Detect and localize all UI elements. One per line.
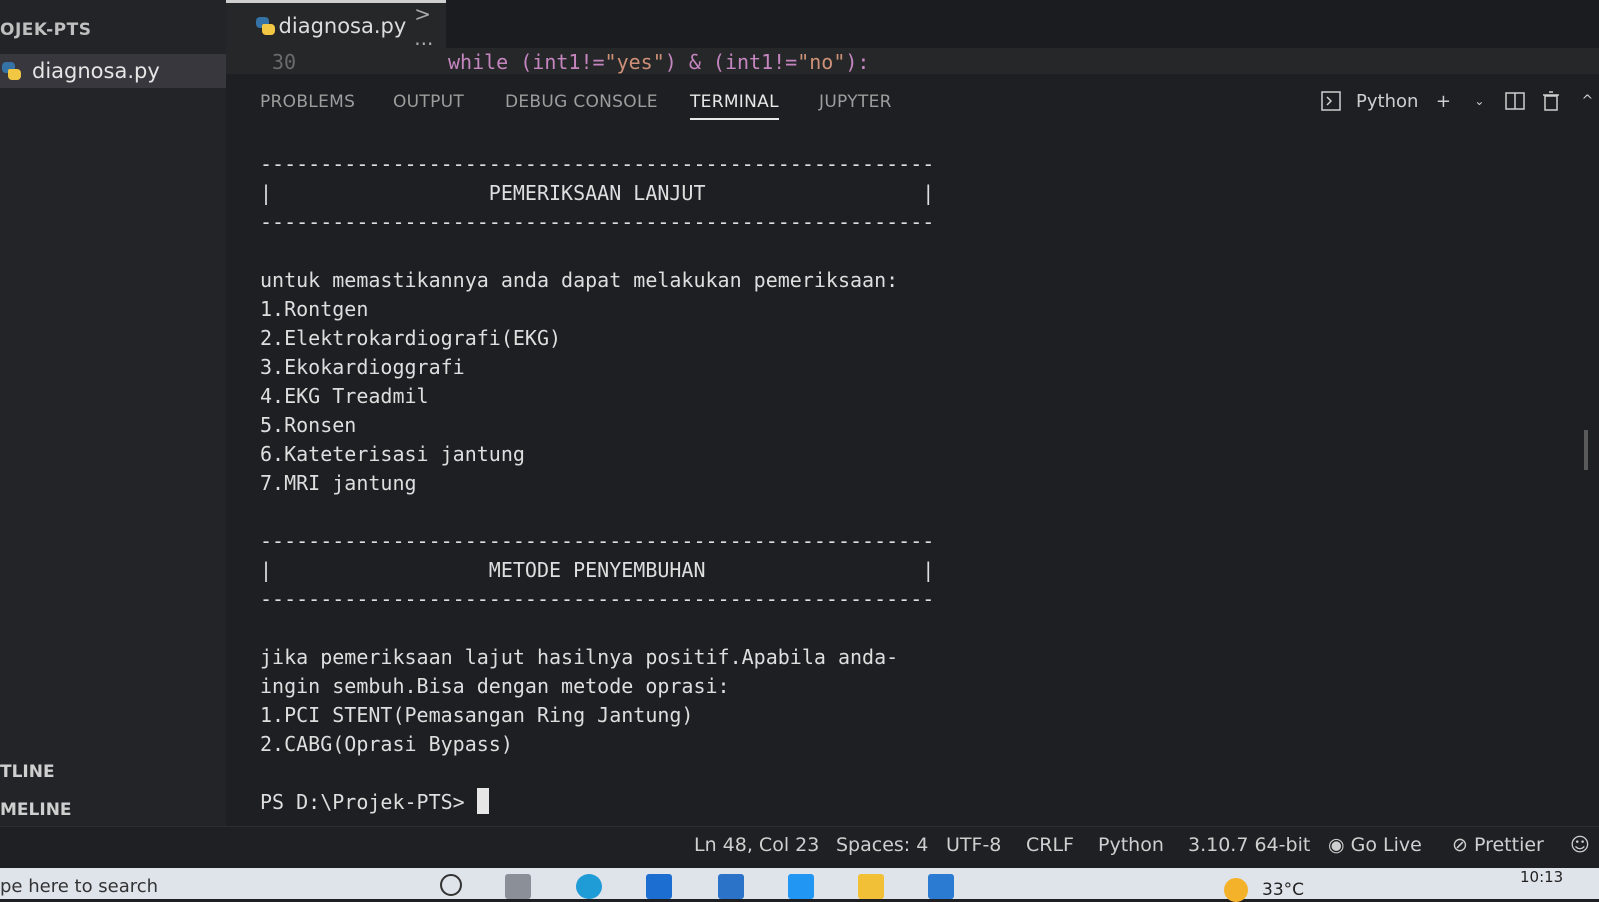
terminal-line: 1.PCI STENT(Pemasangan Ring Jantung): [260, 703, 694, 727]
terminal-line: ----------------------------------------…: [260, 587, 935, 611]
breadcrumb[interactable]: > ...: [414, 2, 446, 50]
timeline-section[interactable]: MELINE: [0, 800, 72, 820]
app-icon[interactable]: [788, 874, 814, 899]
broadcast-icon: ◉: [1328, 834, 1345, 856]
terminal-line: jika pemeriksaan lajut hasilnya positif.…: [260, 645, 899, 669]
sidebar-file-diagnosa[interactable]: diagnosa.py: [0, 54, 226, 88]
status-encoding[interactable]: UTF-8: [946, 834, 1001, 856]
terminal-line: 4.EKG Treadmil: [260, 384, 429, 408]
line-number: 30: [272, 50, 297, 74]
status-interpreter[interactable]: 3.10.7 64-bit: [1188, 834, 1310, 856]
terminal-line: 3.Ekokardioggrafi: [260, 355, 465, 379]
terminal-line: | PEMERIKSAAN LANJUT |: [260, 181, 935, 205]
vscode-icon[interactable]: [928, 874, 954, 899]
terminal-icon[interactable]: [1320, 90, 1342, 112]
terminal-output[interactable]: ----------------------------------------…: [260, 150, 1510, 817]
editor-tab-label: diagnosa.py: [278, 13, 407, 38]
sidebar-file-label: diagnosa.py: [32, 59, 160, 83]
code-text: while (int1!="yes") & (int1!="no"):: [448, 50, 870, 74]
split-icon[interactable]: [1504, 90, 1526, 112]
terminal-scrollbar[interactable]: [1584, 430, 1588, 470]
explorer-sidebar: OJEK-PTS diagnosa.py TLINE MELINE: [0, 0, 227, 868]
tab-jupyter[interactable]: JUPYTER: [819, 92, 892, 112]
search-icon[interactable]: [440, 874, 462, 896]
store-icon[interactable]: [646, 874, 672, 899]
status-cursor-position[interactable]: Ln 48, Col 23: [694, 834, 819, 856]
taskbar-clock[interactable]: 10:13: [1520, 868, 1563, 886]
taskbar-search[interactable]: pe here to search: [0, 876, 158, 897]
status-eol[interactable]: CRLF: [1026, 834, 1074, 856]
task-view-icon[interactable]: [505, 874, 531, 899]
weather-temperature: 33°C: [1262, 880, 1305, 900]
terminal-line: ingin sembuh.Bisa dengan metode oprasi:: [260, 674, 730, 698]
terminal-line: 2.Elektrokardiografi(EKG): [260, 326, 562, 350]
prettier-label: Prettier: [1473, 834, 1544, 856]
python-file-icon: [254, 15, 275, 37]
go-live-button[interactable]: ◉ Go Live: [1328, 834, 1422, 856]
tab-terminal[interactable]: TERMINAL: [690, 92, 779, 120]
panel-actions: Python + ⌄ ^: [1320, 90, 1598, 112]
chevron-down-icon[interactable]: ⌄: [1468, 90, 1490, 112]
explorer-title[interactable]: OJEK-PTS: [0, 20, 91, 40]
terminal-line: 7.MRI jantung: [260, 471, 417, 495]
shell-label[interactable]: Python: [1356, 91, 1418, 112]
terminal-line: 1.Rontgen: [260, 297, 369, 321]
terminal-line: 6.Kateterisasi jantung: [260, 442, 525, 466]
tab-problems[interactable]: PROBLEMS: [260, 92, 355, 112]
prompt-text: PS D:\Projek-PTS>: [260, 790, 477, 814]
tab-output[interactable]: OUTPUT: [393, 92, 464, 112]
tab-debug-console[interactable]: DEBUG CONSOLE: [505, 92, 658, 112]
code-editor-line[interactable]: 30 while (int1!="yes") & (int1!="no"):: [226, 48, 1599, 74]
weather-icon[interactable]: [1224, 878, 1248, 902]
status-language[interactable]: Python: [1098, 834, 1164, 856]
chevron-up-icon[interactable]: ^: [1576, 90, 1598, 112]
prettier-button[interactable]: ⊘ Prettier: [1452, 834, 1544, 856]
go-live-label: Go Live: [1350, 834, 1422, 856]
outline-section[interactable]: TLINE: [0, 762, 55, 782]
terminal-line: ----------------------------------------…: [260, 152, 935, 176]
file-explorer-icon[interactable]: [858, 874, 884, 899]
terminal-line: ----------------------------------------…: [260, 529, 935, 553]
edge-icon[interactable]: [576, 874, 602, 899]
terminal-line: untuk memastikannya anda dapat melakukan…: [260, 268, 899, 292]
terminal-line: ----------------------------------------…: [260, 210, 935, 234]
prettier-disabled-icon: ⊘: [1452, 834, 1468, 856]
mail-icon[interactable]: [718, 874, 744, 899]
terminal-prompt[interactable]: PS D:\Projek-PTS>: [260, 788, 1510, 817]
editor-tab-diagnosa[interactable]: diagnosa.py > ...: [226, 0, 446, 50]
terminal-line: 5.Ronsen: [260, 413, 357, 437]
status-indentation[interactable]: Spaces: 4: [836, 834, 928, 856]
python-file-icon: [0, 60, 22, 82]
plus-icon[interactable]: +: [1432, 90, 1454, 112]
trash-icon[interactable]: [1540, 90, 1562, 112]
terminal-line: | METODE PENYEMBUHAN |: [260, 558, 935, 582]
terminal-cursor: [476, 788, 489, 814]
feedback-icon[interactable]: ☺: [1570, 834, 1590, 856]
terminal-line: 2.CABG(Oprasi Bypass): [260, 732, 513, 756]
